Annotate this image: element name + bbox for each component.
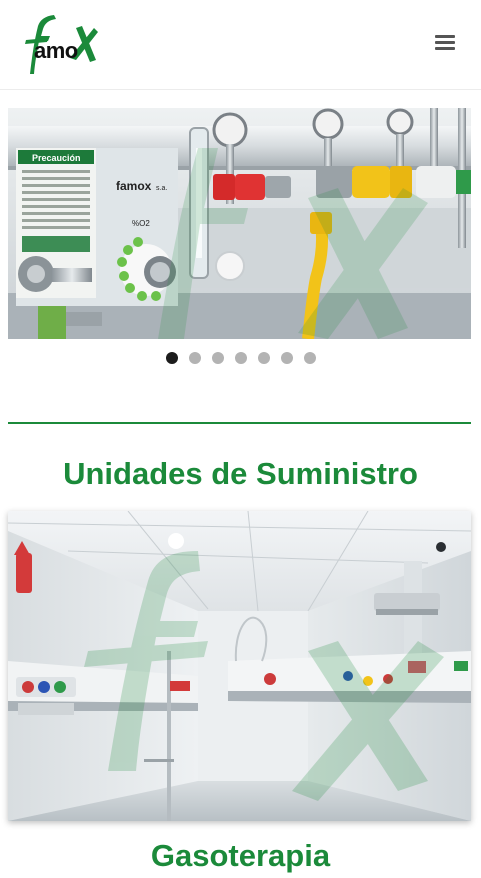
panel-brand-suffix: s.a.	[156, 185, 167, 192]
hamburger-menu-icon	[435, 35, 455, 38]
slider-dot-4[interactable]	[234, 352, 247, 364]
site-header: amo	[0, 0, 481, 90]
hospital-room-supply-unit-image	[8, 511, 471, 821]
slider-pagination	[0, 352, 481, 368]
section-title-gas-therapy: Gasoterapia	[150, 838, 331, 873]
panel-gauge-label: %O2	[132, 219, 150, 228]
hero-slider[interactable]: Precaución famox s.a. %O2	[8, 108, 471, 339]
hamburger-menu-button[interactable]	[432, 32, 458, 56]
slider-dot-1[interactable]	[165, 352, 178, 364]
famox-logo[interactable]: amo	[12, 12, 98, 76]
slider-dot-6[interactable]	[280, 352, 293, 364]
slider-dot-3[interactable]	[211, 352, 224, 364]
supply-units-image-link[interactable]	[8, 511, 471, 821]
panel-title: Precaución	[32, 153, 81, 163]
section-divider	[8, 422, 471, 424]
slider-dot-5[interactable]	[257, 352, 270, 364]
section-title-supply-units: Unidades de Suministro	[63, 456, 418, 491]
slider-dot-7[interactable]	[303, 352, 316, 364]
panel-brand: famox	[116, 179, 152, 193]
slider-dot-2[interactable]	[188, 352, 201, 364]
logo-text: amo	[34, 38, 78, 63]
hamburger-bar	[435, 41, 455, 44]
medical-gas-panel-image: Precaución famox s.a. %O2	[8, 108, 471, 339]
hamburger-bar	[435, 47, 455, 50]
